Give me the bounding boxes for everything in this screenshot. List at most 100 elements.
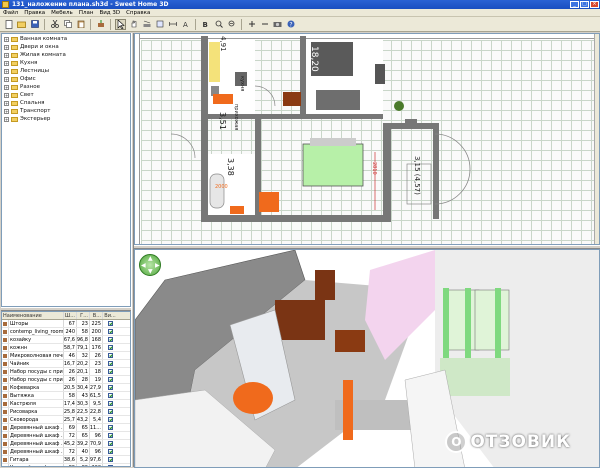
menu-help[interactable]: Справка [126,10,150,16]
catalog-category[interactable]: + Двери и окна [4,43,128,51]
create-walls-icon[interactable] [141,19,152,30]
visible-checkbox[interactable] [103,440,117,447]
table-row[interactable]: Микроволновая печь 46 32 26 [2,352,130,360]
visible-checkbox[interactable] [103,464,117,466]
create-labels-icon[interactable]: A [180,19,191,30]
expand-icon[interactable]: + [4,92,9,98]
kitchen-table[interactable] [213,94,233,104]
arrow-down-icon[interactable]: ▼ [148,269,153,275]
minus-icon[interactable] [259,19,270,30]
column-header-name[interactable]: Наименование [2,312,64,319]
table-row[interactable]: кожнн 58,7 79,1 176 [2,344,130,352]
bed[interactable] [302,143,364,187]
visible-checkbox[interactable] [103,448,117,455]
catalog-category[interactable]: + Офис [4,75,128,83]
zoom-in-icon[interactable] [213,19,224,30]
sofa[interactable] [316,90,360,110]
expand-icon[interactable]: + [4,116,9,122]
expand-icon[interactable]: + [4,68,9,74]
expand-icon[interactable]: + [4,44,9,50]
camera-icon[interactable] [272,19,283,30]
visible-checkbox[interactable] [103,344,117,351]
plan-vertical-scrollbar[interactable] [594,34,599,244]
expand-icon[interactable]: + [4,60,9,66]
washing-machine[interactable] [259,192,279,212]
3d-view[interactable]: ▲ ▼ ◀ ▶ О ОТЗОВИК [134,249,600,468]
expand-icon[interactable]: + [4,36,9,42]
visible-checkbox[interactable] [103,416,117,423]
maximize-button[interactable]: □ [580,1,589,8]
visible-checkbox[interactable] [103,408,117,415]
select-icon[interactable] [115,18,126,30]
visible-checkbox[interactable] [103,336,117,343]
catalog-category[interactable]: + Кухня [4,59,128,67]
visible-checkbox[interactable] [103,456,117,463]
bed-headboard[interactable] [310,138,356,146]
column-header-visible[interactable]: Ви... [103,312,117,319]
table-row[interactable]: contemp_living_room 240 58 200 [2,328,130,336]
table-row[interactable]: Набор посуды с при... 26 20,1 18 [2,368,130,376]
menu-3d-view[interactable]: Вид 3D [99,10,120,16]
menu-edit[interactable]: Правка [24,10,45,16]
visible-checkbox[interactable] [103,384,117,391]
table-row[interactable]: Вытяжка 58 43 61,5 [2,392,130,400]
visible-checkbox[interactable] [103,368,117,375]
new-icon[interactable] [3,19,14,30]
arrow-right-icon[interactable]: ▶ [155,263,160,269]
arrow-left-icon[interactable]: ◀ [141,263,146,269]
catalog-category[interactable]: + Ванная комната [4,35,128,43]
create-rooms-icon[interactable] [154,19,165,30]
expand-icon[interactable]: + [4,100,9,106]
expand-icon[interactable]: + [4,84,9,90]
tv-stand[interactable] [283,92,301,106]
table-row[interactable]: Деревянный шкаф ... 45,2 39,2 70,9 [2,440,130,448]
table-row[interactable]: Рисоварка 25,8 22,5 22,8 [2,408,130,416]
close-button[interactable]: × [590,1,599,8]
create-dimensions-icon[interactable] [167,19,178,30]
visible-checkbox[interactable] [103,424,117,431]
visible-checkbox[interactable] [103,360,117,367]
paste-icon[interactable] [75,19,86,30]
table-row[interactable]: Чайник 16,7 20,2 23 [2,360,130,368]
floor-plan-drawing[interactable] [135,34,600,245]
table-row[interactable]: козайку 67,6 96,8 168 [2,336,130,344]
cut-icon[interactable] [49,19,60,30]
catalog-category[interactable]: + Разное [4,83,128,91]
text-style-icon[interactable]: B [200,19,211,30]
table-row[interactable]: Деревянный шкаф ... 72 40 96 [2,448,130,456]
table-row[interactable]: Деревянный шкаф ... 69 65 11... [2,424,130,432]
sink[interactable] [230,206,244,214]
expand-icon[interactable]: + [4,76,9,82]
copy-icon[interactable] [62,19,73,30]
table-row[interactable]: Шторы 67 23 225 [2,320,130,328]
plant[interactable] [394,101,404,111]
visible-checkbox[interactable] [103,400,117,407]
expand-icon[interactable]: + [4,108,9,114]
table-row[interactable]: Кофеварка 20,5 30,4 27,9 [2,384,130,392]
catalog-category[interactable]: + Жилая комната [4,51,128,59]
visible-checkbox[interactable] [103,392,117,399]
table-row[interactable]: Угловой шкаф8080200 [2,464,130,466]
navigation-arrows-control[interactable]: ▲ ▼ ◀ ▶ [139,254,161,276]
pan-icon[interactable] [128,19,139,30]
catalog-category[interactable]: + Лестницы [4,67,128,75]
visible-checkbox[interactable] [103,376,117,383]
save-icon[interactable] [29,19,40,30]
catalog-category[interactable]: + Транспорт [4,107,128,115]
visible-checkbox[interactable] [103,352,117,359]
table-row[interactable]: Сковорода 25,7 43,2 5,4 [2,416,130,424]
table-row[interactable]: Гитара 38,6 5,2 97,6 [2,456,130,464]
minimize-button[interactable]: _ [570,1,579,8]
help-icon[interactable]: ? [285,19,296,30]
armchair[interactable] [375,64,385,84]
open-icon[interactable] [16,19,27,30]
visible-checkbox[interactable] [103,328,117,335]
menu-file[interactable]: Файл [3,10,18,16]
catalog-category[interactable]: + Свет [4,91,128,99]
arrow-up-icon[interactable]: ▲ [148,256,153,262]
visible-checkbox[interactable] [103,432,117,439]
zoom-out-icon[interactable] [226,19,237,30]
column-header-depth[interactable]: Г... [77,312,90,319]
table-row[interactable]: Деревянный шкаф ... 72 65 96 [2,432,130,440]
plus-icon[interactable] [246,19,257,30]
